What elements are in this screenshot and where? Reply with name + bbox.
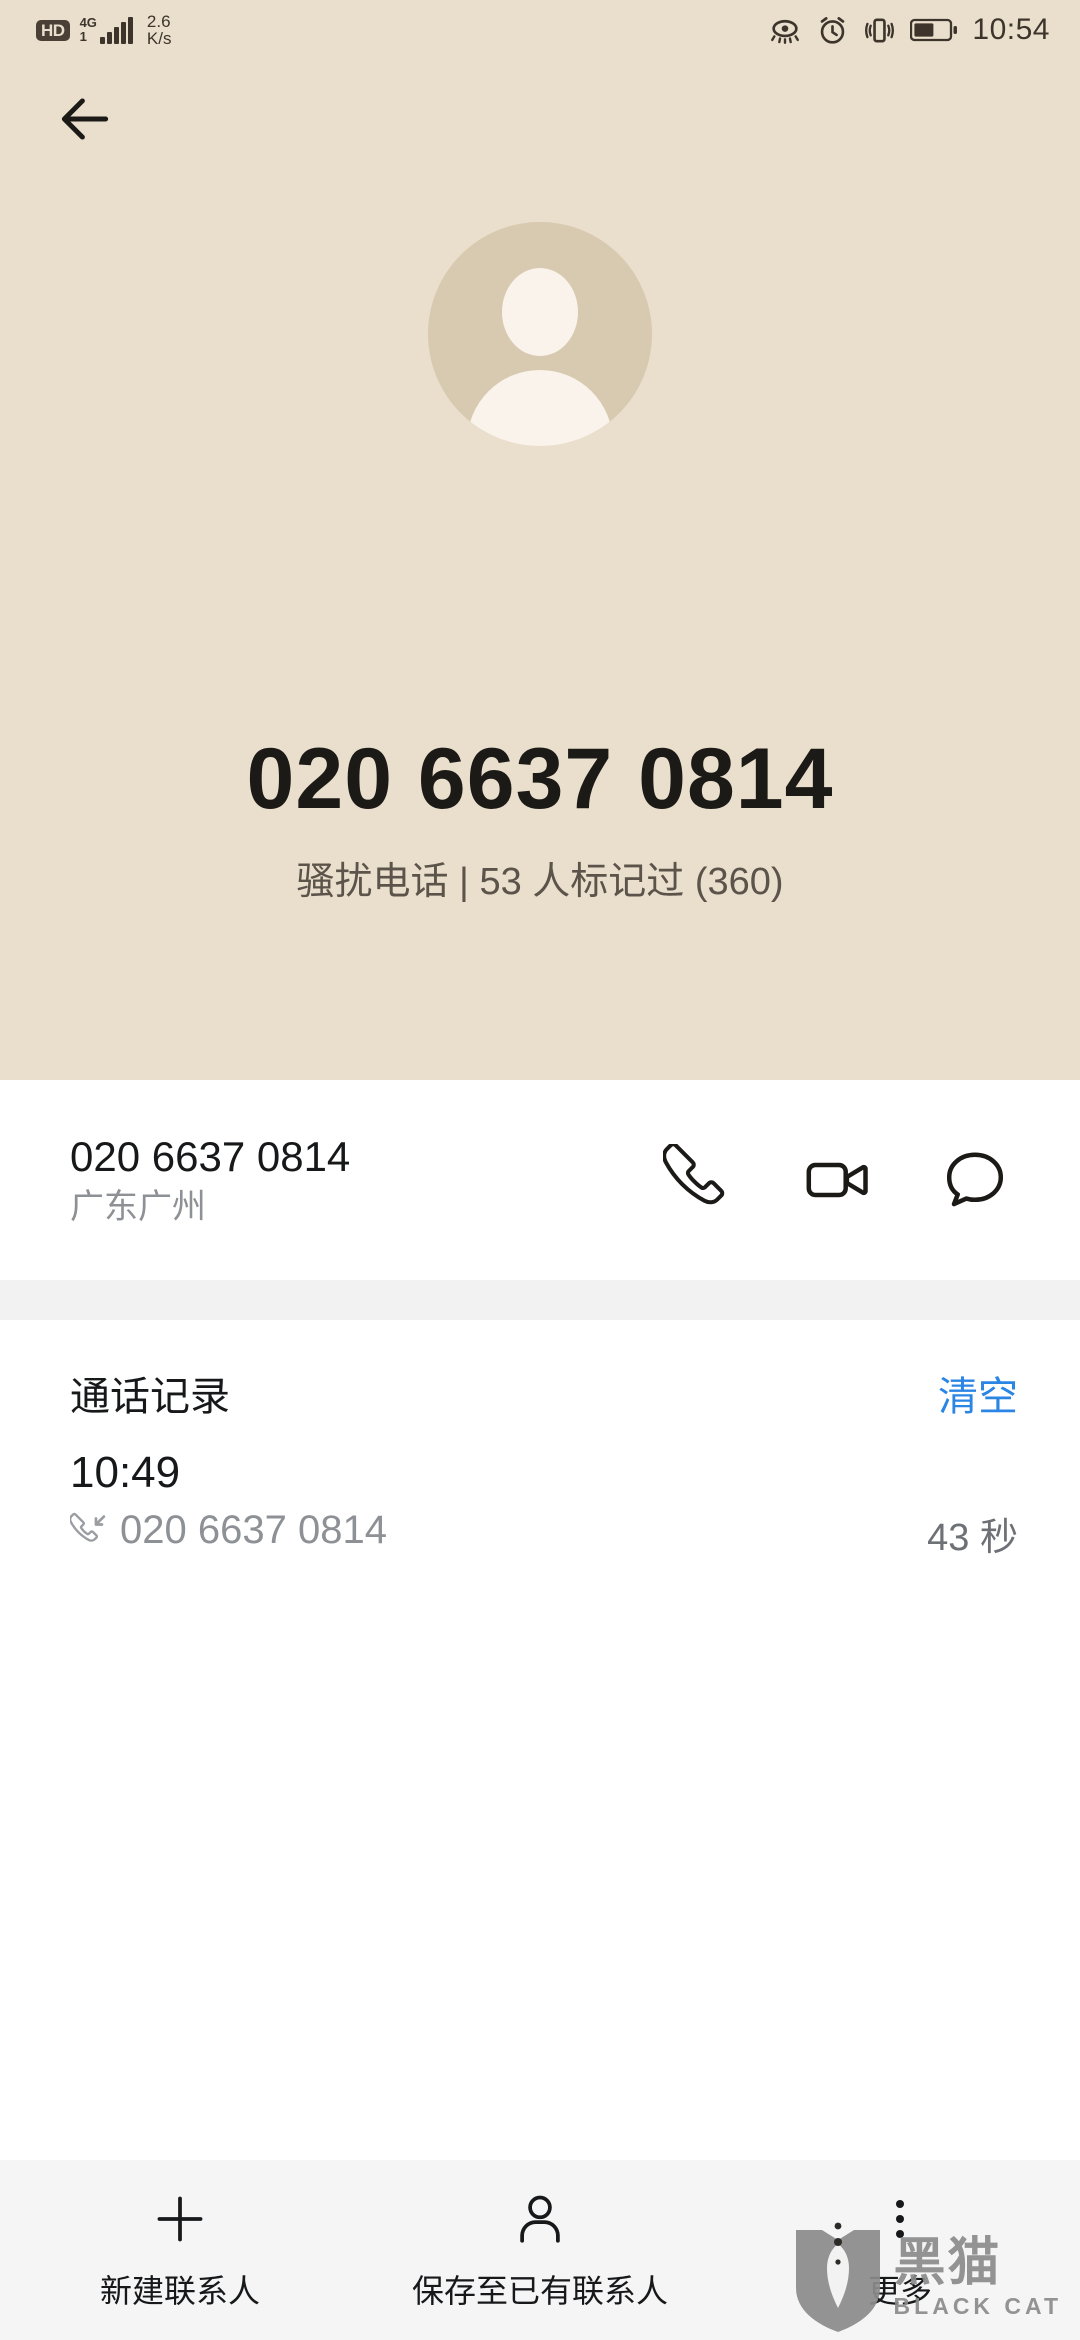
section-divider <box>0 1280 1080 1320</box>
call-log-time: 10:49 <box>70 1448 181 1497</box>
new-contact-label: 新建联系人 <box>99 2273 260 2309</box>
contact-location: 广东广州 <box>70 1188 206 1227</box>
status-bar-left: HD 4G 1 2.6 K/s <box>0 13 171 47</box>
more-button[interactable]: 更多 <box>720 2160 1080 2340</box>
back-button[interactable] <box>40 74 130 164</box>
battery-icon <box>910 18 958 42</box>
hero-phone-number: 020 6637 0814 <box>246 731 834 827</box>
signal-indicator: 4G 1 <box>79 15 133 44</box>
contact-actions <box>656 1137 1080 1223</box>
save-to-existing-contact-button[interactable]: 保存至已有联系人 <box>360 2160 720 2340</box>
plus-icon <box>151 2188 209 2250</box>
contact-info-card: 020 6637 0814 广东广州 <box>0 1080 1080 1280</box>
message-icon <box>946 1152 1004 1207</box>
call-log-detail: 020 6637 0814 <box>70 1508 1018 1553</box>
video-call-button[interactable] <box>794 1137 880 1223</box>
call-log-header: 通话记录 清空 <box>0 1320 1080 1422</box>
video-call-icon <box>806 1162 868 1198</box>
call-log-card: 通话记录 清空 10:49 020 6637 0814 43 秒 <box>0 1320 1080 2160</box>
hd-badge: HD <box>36 19 70 41</box>
back-arrow-icon <box>61 98 109 140</box>
avatar-head-shape <box>502 268 578 356</box>
sim-index-label: 1 <box>79 29 87 44</box>
call-button[interactable] <box>656 1137 742 1223</box>
call-icon <box>663 1144 725 1205</box>
call-log-entry[interactable]: 10:49 020 6637 0814 43 秒 <box>0 1422 1080 1559</box>
signal-bars-icon <box>99 16 133 44</box>
bottom-action-bar: 新建联系人 保存至已有联系人 更多 黑猫 BLACK CAT <box>0 2160 1080 2340</box>
network-speed: 2.6 K/s <box>147 13 172 47</box>
new-contact-button[interactable]: 新建联系人 <box>0 2160 360 2340</box>
eye-comfort-icon <box>771 19 800 44</box>
hero-header: HD 4G 1 2.6 K/s 10:54 020 6637 0814 骚扰电话… <box>0 0 1080 1080</box>
vibrate-icon <box>865 17 895 43</box>
network-speed-value: 2.6 <box>146 12 171 31</box>
call-log-duration: 43 秒 <box>927 1517 1018 1559</box>
contact-avatar <box>428 222 652 446</box>
message-button[interactable] <box>932 1137 1018 1223</box>
more-dots-icon <box>896 2188 904 2250</box>
status-bar: HD 4G 1 2.6 K/s 10:54 <box>0 0 1080 60</box>
more-label: 更多 <box>867 2273 932 2309</box>
call-log-number: 020 6637 0814 <box>120 1508 387 1552</box>
avatar-body-shape <box>467 370 613 446</box>
save-to-existing-contact-label: 保存至已有联系人 <box>411 2273 668 2309</box>
alarm-icon <box>821 16 845 44</box>
clear-call-log-button[interactable]: 清空 <box>938 1364 1018 1422</box>
status-bar-right: 10:54 <box>768 13 1080 47</box>
incoming-call-icon <box>70 1512 106 1542</box>
status-bar-clock: 10:54 <box>972 13 1050 46</box>
call-log-title: 通话记录 <box>70 1375 230 1419</box>
contact-number[interactable]: 020 6637 0814 <box>70 1129 350 1186</box>
network-speed-unit: K/s <box>146 29 172 48</box>
hero-spam-subtitle: 骚扰电话 | 53 人标记过 (360) <box>296 861 784 903</box>
person-icon <box>511 2188 569 2250</box>
contact-text-block: 020 6637 0814 广东广州 <box>0 1129 350 1232</box>
network-type-label: 4G <box>79 15 97 31</box>
